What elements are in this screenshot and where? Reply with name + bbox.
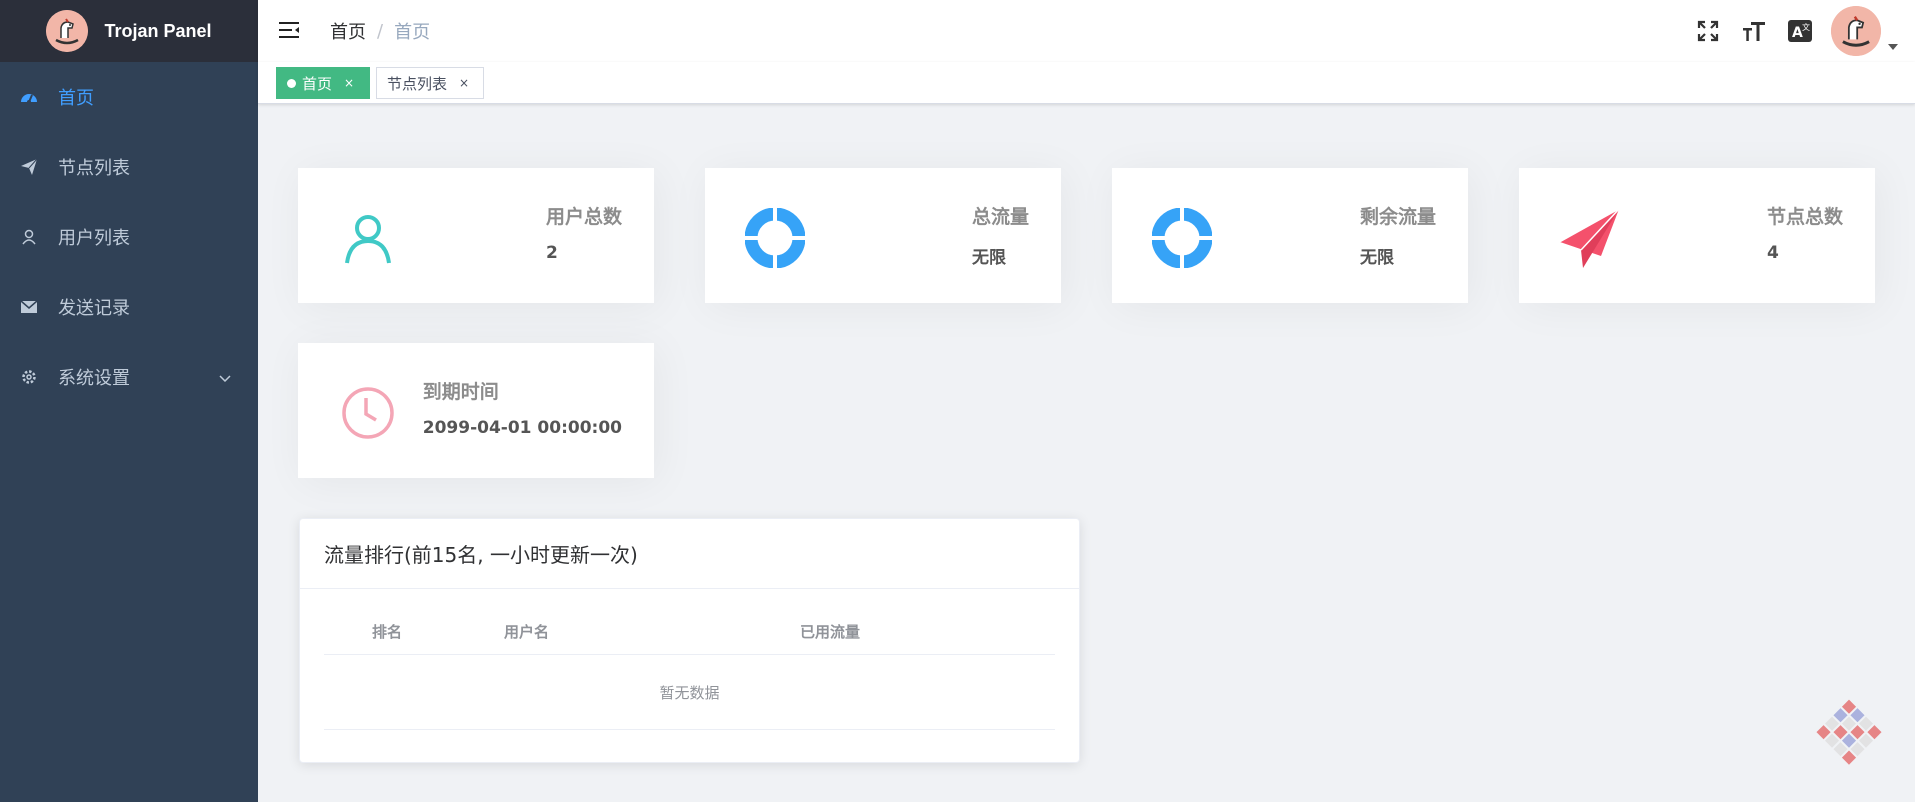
card-title: 节点总数 xyxy=(1766,206,1843,228)
card-text: 节点总数 4 xyxy=(1767,202,1843,263)
close-icon[interactable]: × xyxy=(344,76,354,90)
card-title: 到期时间 xyxy=(422,381,499,403)
fullscreen-icon[interactable] xyxy=(1693,16,1723,46)
card-title: 剩余流量 xyxy=(1359,206,1436,228)
breadcrumb-current: 首页 xyxy=(394,22,431,43)
tag-nodes[interactable]: 节点列表 × xyxy=(376,67,484,99)
stat-card-users[interactable]: 用户总数 2 xyxy=(298,168,654,303)
avatar[interactable] xyxy=(1831,6,1881,56)
language-icon[interactable]: A文 xyxy=(1785,16,1815,46)
menu-toggle-icon[interactable] xyxy=(277,18,301,42)
panel-title: 流量排行(前15名, 一小时更新一次) xyxy=(300,519,1079,589)
card-text: 到期时间 2099-04-01 00:00:00 xyxy=(423,377,622,438)
paper-plane-icon xyxy=(1559,208,1620,268)
stat-card-total-traffic[interactable]: 总流量 无限 xyxy=(705,168,1061,303)
card-value: 无限 xyxy=(971,248,1006,268)
sidebar-item-label: 用户列表 xyxy=(58,228,130,249)
paper-plane-icon xyxy=(20,158,38,176)
sidebar-item-send-records[interactable]: 发送记录 xyxy=(0,272,258,342)
dashboard-icon xyxy=(20,88,38,106)
card-text: 总流量 无限 xyxy=(972,202,1029,268)
clock-icon xyxy=(338,383,398,443)
active-dot-icon xyxy=(287,78,296,88)
user-icon xyxy=(20,228,38,246)
column-header-rank[interactable]: 排名 xyxy=(324,621,504,642)
top-navbar: 首页 / 首页 A文 xyxy=(258,0,1915,62)
breadcrumb: 首页 / 首页 xyxy=(330,18,430,44)
chevron-down-icon xyxy=(218,368,232,389)
sidebar: Trojan Panel 首页 节点列表 用户列表 发送记录 系统设置 xyxy=(0,0,258,802)
rocking-horse-logo-icon xyxy=(46,10,89,52)
sidebar-item-users[interactable]: 用户列表 xyxy=(0,202,258,272)
sidebar-menu: 首页 节点列表 用户列表 发送记录 系统设置 xyxy=(0,62,258,412)
column-header-used-traffic[interactable]: 已用流量 xyxy=(800,621,1055,642)
sidebar-item-nodes[interactable]: 节点列表 xyxy=(0,132,258,202)
svg-text:文: 文 xyxy=(1802,22,1810,32)
card-value: 无限 xyxy=(1359,248,1394,268)
card-title: 用户总数 xyxy=(545,206,622,228)
card-value: 4 xyxy=(1766,243,1779,263)
card-text: 用户总数 2 xyxy=(546,202,622,263)
breadcrumb-separator: / xyxy=(377,20,384,42)
stat-card-remaining-traffic[interactable]: 剩余流量 无限 xyxy=(1112,168,1468,303)
tag-home[interactable]: 首页 × xyxy=(276,67,370,99)
tag-label: 节点列表 xyxy=(387,74,448,93)
sidebar-item-label: 系统设置 xyxy=(58,368,130,389)
ranking-table: 排名 用户名 已用流量 暂无数据 xyxy=(324,609,1055,730)
card-value: 2 xyxy=(545,243,558,263)
empty-table-text: 暂无数据 xyxy=(324,655,1055,730)
table-header: 排名 用户名 已用流量 xyxy=(324,609,1055,655)
sidebar-item-home[interactable]: 首页 xyxy=(0,62,258,132)
caret-down-icon[interactable] xyxy=(1887,36,1907,55)
user-icon xyxy=(338,208,398,268)
stat-card-expiry[interactable]: 到期时间 2099-04-01 00:00:00 xyxy=(298,343,654,478)
close-icon[interactable]: × xyxy=(459,76,469,90)
gear-icon xyxy=(20,368,38,386)
lifebuoy-icon xyxy=(1151,207,1213,269)
lifebuoy-icon xyxy=(744,207,806,269)
card-text: 剩余流量 无限 xyxy=(1360,202,1436,268)
watermark-logo xyxy=(1804,690,1894,780)
sidebar-item-system-settings[interactable]: 系统设置 xyxy=(0,342,258,412)
envelope-icon xyxy=(20,298,38,316)
card-title: 总流量 xyxy=(971,206,1029,228)
right-menu: A文 xyxy=(1693,0,1915,62)
column-header-username[interactable]: 用户名 xyxy=(504,621,800,642)
logo[interactable]: Trojan Panel xyxy=(0,0,258,62)
app-title: Trojan Panel xyxy=(104,20,212,41)
sidebar-item-label: 节点列表 xyxy=(58,158,130,179)
traffic-ranking-panel: 流量排行(前15名, 一小时更新一次) 排名 用户名 已用流量 暂无数据 xyxy=(299,518,1080,763)
tag-label: 首页 xyxy=(302,74,333,93)
sidebar-item-label: 发送记录 xyxy=(58,298,130,319)
font-size-icon[interactable] xyxy=(1739,16,1769,46)
breadcrumb-item[interactable]: 首页 xyxy=(330,18,366,44)
card-value: 2099-04-01 00:00:00 xyxy=(422,418,622,438)
sidebar-item-label: 首页 xyxy=(58,88,94,109)
stat-card-nodes[interactable]: 节点总数 4 xyxy=(1519,168,1875,303)
tags-view: 首页 × 节点列表 × xyxy=(258,62,1915,104)
